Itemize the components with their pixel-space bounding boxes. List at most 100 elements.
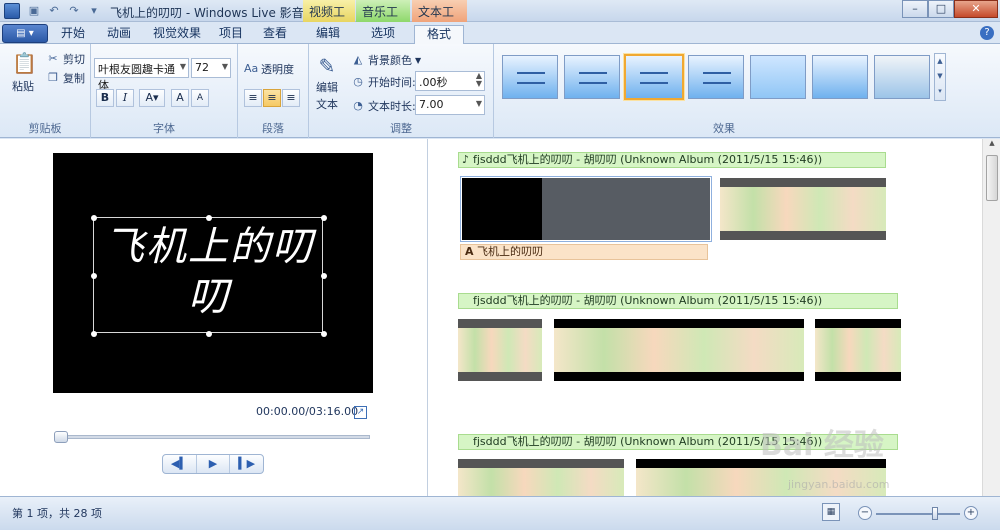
zoom-in-icon[interactable]: + <box>964 506 978 520</box>
start-time-value: .00秒 <box>419 76 448 89</box>
zoom-out-icon[interactable]: − <box>858 506 872 520</box>
previous-frame-icon[interactable]: ◀▍ <box>163 455 197 473</box>
duration-value: 7.00 <box>419 98 444 111</box>
stopwatch-icon: ◔ <box>353 99 363 112</box>
resize-handle[interactable] <box>91 215 97 221</box>
storyboard-pane: ♪ fjsddd飞机上的叨叨 - 胡叨叨 (Unknown Album (201… <box>429 139 1000 496</box>
caption-track[interactable]: A 飞机上的叨叨 <box>460 244 708 260</box>
transparency-button[interactable]: Aa 透明度 <box>244 61 294 77</box>
start-time-input[interactable]: .00秒 ▲ ▼ <box>415 71 485 91</box>
time-readout: 00:00.00/03:16.00 <box>256 405 359 418</box>
audio-track[interactable]: ♪ fjsddd飞机上的叨叨 - 胡叨叨 (Unknown Album (201… <box>458 152 886 168</box>
font-size-select[interactable]: 72 ▼ <box>191 58 231 78</box>
tab-format[interactable]: 格式 <box>414 25 464 44</box>
tab-edit[interactable]: 编辑 <box>314 25 342 44</box>
effect-sparkle[interactable] <box>750 55 806 99</box>
seek-bar[interactable] <box>54 431 370 443</box>
clip-photos-2[interactable] <box>458 319 542 381</box>
duration-select[interactable]: 7.00 ▼ <box>415 95 485 115</box>
font-family-select[interactable]: 叶根友圆趣卡通体 ▼ <box>94 58 189 92</box>
video-preview[interactable]: 飞机上的叨叨 <box>53 153 373 393</box>
play-icon[interactable]: ▶ <box>197 455 231 473</box>
tab-home[interactable]: 开始 <box>58 25 88 44</box>
fullscreen-icon[interactable]: ↗ <box>354 406 367 419</box>
help-icon[interactable]: ? <box>980 26 994 40</box>
resize-handle[interactable] <box>206 331 212 337</box>
preview-pane: 飞机上的叨叨 00:00.00/03:16.00 ↗ ◀▍ ▶ ▍▶ <box>0 139 428 496</box>
align-center-button[interactable]: ≡ <box>263 89 281 107</box>
tab-animations[interactable]: 动画 <box>104 25 134 44</box>
storyboard-view-icon[interactable]: ▦ <box>822 503 840 521</box>
save-icon[interactable]: ▣ <box>26 3 42 19</box>
film-frames <box>458 468 624 496</box>
close-button[interactable]: ✕ <box>954 0 998 18</box>
resize-handle[interactable] <box>206 215 212 221</box>
film-frames <box>458 328 542 372</box>
spinner-icon[interactable]: ▲ ▼ <box>476 72 482 88</box>
caption-text-box[interactable]: 飞机上的叨叨 <box>91 215 327 337</box>
group-adjust: ✎ 编辑 文本 ◭ 背景颜色 ▼ ◷ 开始时间: .00秒 ▲ ▼ ◔ 文本时长:… <box>309 44 494 138</box>
scrollbar-thumb[interactable] <box>986 155 998 201</box>
resize-handle[interactable] <box>321 215 327 221</box>
effect-scroll-up[interactable] <box>502 55 558 99</box>
transparency-icon: Aa <box>244 62 259 75</box>
next-frame-icon[interactable]: ▍▶ <box>230 455 263 473</box>
vertical-scrollbar[interactable]: ▲ <box>982 139 1000 496</box>
bold-button[interactable]: B <box>96 89 114 107</box>
tab-visual-effects[interactable]: 视觉效果 <box>150 25 204 44</box>
align-left-button[interactable]: ≡ <box>244 89 262 107</box>
quick-access-toolbar: ▣ ↶ ↷ ▾ <box>26 3 102 19</box>
group-label-clipboard: 剪贴板 <box>28 122 62 135</box>
caption-track-label: 飞机上的叨叨 <box>477 245 544 258</box>
grow-font-button[interactable]: A <box>171 89 189 107</box>
effect-lines <box>703 72 731 84</box>
zoom-track[interactable] <box>876 513 960 515</box>
clip-photos-3[interactable] <box>554 319 804 381</box>
shrink-font-button[interactable]: A <box>191 89 209 107</box>
paste-button[interactable]: 📋 粘贴 <box>12 50 37 94</box>
clip-photos-4[interactable] <box>815 319 901 381</box>
copy-icon: ❐ <box>48 71 58 84</box>
tab-project[interactable]: 项目 <box>218 25 244 44</box>
redo-icon[interactable]: ↷ <box>66 3 82 19</box>
scroll-up-icon[interactable]: ▲ <box>983 139 1000 153</box>
chevron-down-icon: ▼ <box>179 62 186 71</box>
effect-zoom-out[interactable] <box>564 55 620 99</box>
app-icon[interactable] <box>4 3 20 19</box>
effect-zoom-in[interactable] <box>624 54 684 100</box>
clip-photos-5[interactable] <box>458 459 624 496</box>
undo-icon[interactable]: ↶ <box>46 3 62 19</box>
minimize-button[interactable]: – <box>902 0 928 18</box>
seek-thumb[interactable] <box>54 431 68 443</box>
effect-fade[interactable] <box>812 55 868 99</box>
gallery-scroll[interactable]: ▲ ▼ ▾ <box>934 53 946 101</box>
cut-button[interactable]: ✂ 剪切 <box>46 51 85 67</box>
app-menu-button[interactable]: ▤ ▾ <box>2 24 48 43</box>
background-color-button[interactable]: ◭ 背景颜色 ▼ <box>351 52 421 68</box>
paste-label: 粘贴 <box>12 80 34 93</box>
customize-icon[interactable]: ▾ <box>86 3 102 19</box>
clip-black[interactable] <box>462 178 710 240</box>
audio-track[interactable]: fjsddd飞机上的叨叨 - 胡叨叨 (Unknown Album (2011/… <box>458 293 898 309</box>
tab-options[interactable]: 选项 <box>368 25 398 44</box>
duration-text: 文本时长: <box>368 100 416 113</box>
ribbon: 📋 粘贴 ✂ 剪切 ❐ 复制 剪贴板 叶根友圆趣卡通体 ▼ 72 ▼ B I A… <box>0 44 1000 138</box>
align-right-button[interactable]: ≡ <box>282 89 300 107</box>
copy-button[interactable]: ❐ 复制 <box>46 70 85 86</box>
shrink-font-label: A <box>196 93 204 103</box>
caption-text: 飞机上的叨叨 <box>104 224 314 320</box>
edit-text-button[interactable]: ✎ 编辑 文本 <box>315 54 339 112</box>
italic-button[interactable]: I <box>116 89 134 107</box>
effect-expand[interactable] <box>688 55 744 99</box>
font-color-button[interactable]: A▾ <box>139 89 165 107</box>
tab-view[interactable]: 查看 <box>262 25 288 44</box>
font-family-value: 叶根友圆趣卡通体 <box>98 63 175 92</box>
effect-slide[interactable] <box>874 55 930 99</box>
zoom-knob[interactable] <box>932 507 938 520</box>
group-label-adjust: 调整 <box>390 122 412 135</box>
zoom-slider[interactable]: − + <box>858 506 978 522</box>
resize-handle[interactable] <box>91 331 97 337</box>
clip-photos-1[interactable] <box>720 178 886 240</box>
resize-handle[interactable] <box>321 331 327 337</box>
maximize-button[interactable]: □ <box>928 0 954 18</box>
